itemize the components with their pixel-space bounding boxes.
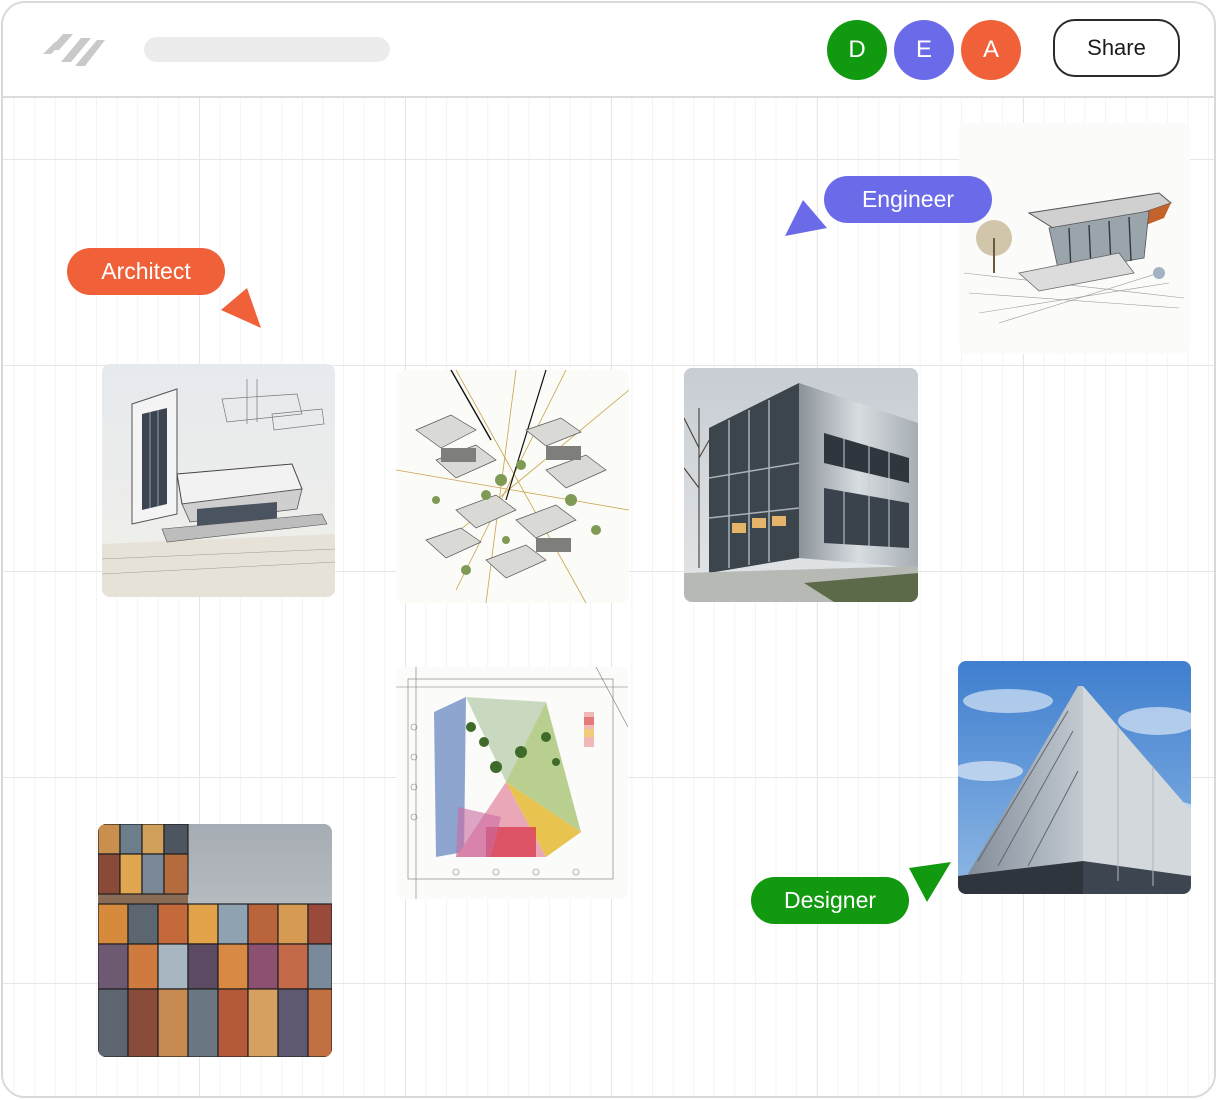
engineer-cursor-label: Engineer <box>824 176 992 223</box>
avatar-collaborator-a[interactable]: A <box>961 20 1021 80</box>
share-button[interactable]: Share <box>1053 19 1180 77</box>
designer-cursor-arrow-shape <box>909 862 951 902</box>
image-card-blue-sky-facade-photo[interactable] <box>958 661 1191 894</box>
image-blue-sky-facade-photo <box>958 661 1191 894</box>
image-facade-panels-photo <box>98 824 332 1057</box>
image-glass-office-photo <box>684 368 918 602</box>
image-isometric-city-plan <box>396 370 629 603</box>
image-card-sketch-building-cantilever[interactable] <box>102 364 335 597</box>
architect-cursor-arrow-shape <box>221 288 261 328</box>
app-window: D E A Share Engineer Architect Designer <box>1 1 1216 1098</box>
image-site-plan <box>396 667 628 899</box>
designer-cursor-arrow-icon <box>909 862 951 902</box>
engineer-cursor-arrow-icon <box>785 200 827 236</box>
hash-stripes-logo-icon[interactable] <box>41 28 107 72</box>
architect-cursor-arrow-icon <box>221 288 261 328</box>
document-title-placeholder[interactable] <box>144 37 390 62</box>
designer-cursor-label: Designer <box>751 877 909 924</box>
image-card-facade-panels-photo[interactable] <box>98 824 332 1057</box>
image-card-sketch-building-orange-roof[interactable] <box>959 123 1190 354</box>
engineer-cursor-arrow-shape <box>785 200 827 236</box>
image-card-isometric-city-plan[interactable] <box>396 370 629 603</box>
avatar-collaborator-e[interactable]: E <box>894 20 954 80</box>
top-bar: D E A Share <box>3 3 1214 98</box>
avatar-collaborator-d[interactable]: D <box>827 20 887 80</box>
image-sketch-building-orange-roof <box>959 123 1190 354</box>
whiteboard-canvas[interactable]: Engineer Architect Designer <box>3 98 1214 1096</box>
architect-cursor-label: Architect <box>67 248 225 295</box>
image-sketch-building-cantilever <box>102 364 335 597</box>
image-card-glass-office-photo[interactable] <box>684 368 918 602</box>
image-card-site-plan[interactable] <box>396 667 628 899</box>
